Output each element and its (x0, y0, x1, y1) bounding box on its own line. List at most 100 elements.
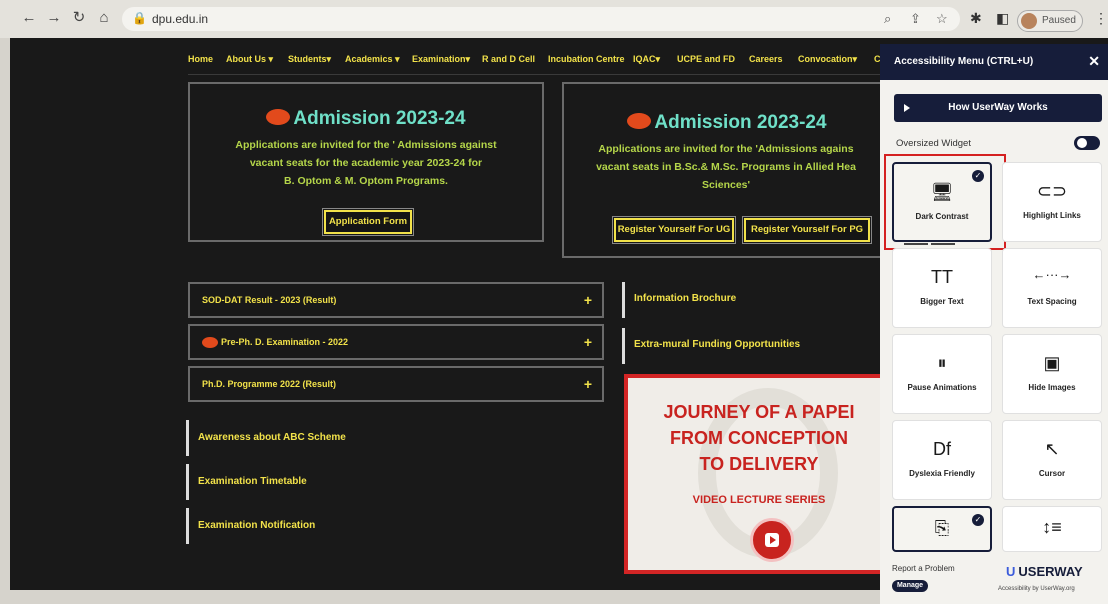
url-text: dpu.edu.in (152, 12, 209, 26)
tile-dyslexia-friendly[interactable]: Df Dyslexia Friendly (892, 420, 992, 500)
browser-toolbar: ← → ↻ ⌂ 🔒 dpu.edu.in ⌕ ⇪ ☆ ✱ ◧ Paused ⋮ (0, 0, 1108, 38)
check-icon: ✓ (972, 170, 984, 182)
side-panel-icon[interactable]: ◧ (996, 10, 1009, 27)
nav-students[interactable]: Students▾ (288, 54, 331, 65)
accordion-label: Pre-Ph. D. Examination - 2022 (221, 337, 349, 347)
accordion-label: Ph.D. Programme 2022 (Result) (202, 379, 337, 389)
tile-cursor[interactable]: ↖ Cursor (1002, 420, 1102, 500)
pause-icon: ⏸ (937, 353, 947, 373)
accordion-item[interactable]: Pre-Ph. D. Examination - 2022 + (188, 324, 604, 360)
nav-iqac[interactable]: IQAC▾ (633, 54, 660, 65)
admission-card-optom: Admission 2023-24 Applications are invit… (188, 82, 544, 242)
accordion-label: SOD-DAT Result - 2023 (Result) (202, 295, 337, 305)
tile-hide-images[interactable]: ▣ Hide Images (1002, 334, 1102, 414)
youtube-play-icon[interactable] (750, 518, 794, 562)
nav-convocation[interactable]: Convocation▾ (798, 54, 857, 65)
close-icon[interactable]: ✕ (1088, 53, 1100, 70)
link-exam-notification[interactable]: Examination Notification (186, 508, 436, 544)
text-size-icon: TT (931, 267, 953, 287)
nav-rd-cell[interactable]: R and D Cell (482, 54, 535, 64)
tooltip-icon: ⎘ (934, 518, 950, 538)
plus-icon[interactable]: + (584, 334, 592, 350)
line-height-icon: ↕≡ (1042, 517, 1062, 537)
nav-divider (188, 74, 888, 75)
admission-line: Applications are invited for the ' Admis… (235, 139, 497, 151)
forward-icon[interactable]: → (45, 9, 63, 27)
tile-pause-animations[interactable]: ⏸ Pause Animations (892, 334, 992, 414)
tile-text-spacing[interactable]: ←···→ Text Spacing (1002, 248, 1102, 328)
back-icon[interactable]: ← (20, 9, 38, 27)
profile-status: Paused (1042, 15, 1076, 26)
tile-line-height[interactable]: ↕≡ (1002, 506, 1102, 552)
nav-careers[interactable]: Careers (749, 54, 783, 64)
admission-title: Admission 2023-24 (293, 108, 466, 129)
bookmark-star-icon[interactable]: ☆ (936, 11, 948, 27)
address-bar[interactable]: 🔒 dpu.edu.in ⌕ ⇪ ☆ (122, 7, 960, 31)
cursor-icon: ↖ (1044, 439, 1060, 459)
extensions-icon[interactable]: ✱ (970, 10, 982, 27)
userway-logo: U USERWAY (1006, 564, 1083, 579)
monitor-icon: 🖥 (930, 182, 954, 202)
application-form-button[interactable]: Application Form (322, 208, 414, 236)
nav-incubation[interactable]: Incubation Centre (548, 54, 625, 64)
admission-line: B. Optom & M. Optom Programs. (284, 175, 448, 187)
nav-examination[interactable]: Examination▾ (412, 54, 470, 65)
new-badge-icon (202, 337, 218, 349)
admission-line: Applications are invited for the 'Admiss… (598, 143, 854, 155)
lock-icon: 🔒 (132, 11, 147, 25)
accessibility-header: Accessibility Menu (CTRL+U) ✕ (880, 44, 1108, 80)
admission-line: vacant seats in B.Sc.& M.Sc. Programs in… (596, 161, 856, 173)
main-nav: Home About Us ▾ Students▾ Academics ▾ Ex… (188, 46, 888, 76)
avatar (1021, 13, 1037, 29)
tile-dark-contrast[interactable]: ✓ 🖥 Dark Contrast (892, 162, 992, 263)
nav-academics[interactable]: Academics ▾ (345, 54, 400, 65)
nav-home[interactable]: Home (188, 54, 213, 64)
banner-line: TO DELIVERY (699, 454, 819, 474)
userway-tagline: Accessibility by UserWay.org (998, 586, 1075, 592)
nav-about[interactable]: About Us ▾ (226, 54, 273, 65)
video-lecture-banner[interactable]: JOURNEY OF A PAPEI FROM CONCEPTION TO DE… (624, 374, 886, 574)
how-userway-works-button[interactable]: How UserWay Works (894, 94, 1102, 122)
new-badge-icon (266, 108, 291, 125)
image-icon: ▣ (1043, 353, 1061, 373)
home-icon[interactable]: ⌂ (95, 9, 113, 27)
zoom-icon[interactable]: ⌕ (884, 11, 891, 27)
admission-title: Admission 2023-24 (654, 112, 827, 133)
banner-line: JOURNEY OF A PAPEI (663, 402, 855, 422)
report-problem-link[interactable]: Report a Problem (892, 564, 955, 573)
oversized-widget-toggle[interactable] (1074, 136, 1100, 150)
tile-bigger-text[interactable]: TT Bigger Text (892, 248, 992, 328)
accordion-item[interactable]: Ph.D. Programme 2022 (Result) + (188, 366, 604, 402)
plus-icon[interactable]: + (584, 376, 592, 392)
tile-highlight-links[interactable]: ⊂⊃ Highlight Links (1002, 162, 1102, 242)
admission-line: Sciences' (701, 179, 751, 191)
accessibility-panel: Accessibility Menu (CTRL+U) ✕ How UserWa… (880, 44, 1108, 604)
link-abc-scheme[interactable]: Awareness about ABC Scheme (186, 420, 436, 456)
nav-ucpe[interactable]: UCPE and FD (677, 54, 735, 64)
new-badge-icon (627, 112, 652, 129)
accessibility-title: Accessibility Menu (CTRL+U) (894, 56, 1034, 67)
accordion-item[interactable]: SOD-DAT Result - 2023 (Result) + (188, 282, 604, 318)
link-information-brochure[interactable]: Information Brochure (622, 282, 882, 318)
manage-button[interactable]: Manage (892, 580, 928, 592)
link-extramural-funding[interactable]: Extra-mural Funding Opportunities (622, 328, 882, 364)
dyslexia-icon: Df (933, 439, 951, 459)
banner-subtitle: VIDEO LECTURE SERIES (692, 494, 826, 506)
link-icon: ⊂⊃ (1036, 181, 1068, 201)
share-icon[interactable]: ⇪ (910, 11, 921, 27)
text-spacing-icon: ←···→ (1032, 267, 1072, 282)
browser-menu-icon[interactable]: ⋮ (1094, 10, 1108, 27)
userway-u-icon: U (1006, 564, 1016, 579)
oversized-widget-label: Oversized Widget (896, 138, 971, 149)
register-pg-button[interactable]: Register Yourself For PG (742, 216, 872, 244)
link-exam-timetable[interactable]: Examination Timetable (186, 464, 436, 500)
banner-line: FROM CONCEPTION (670, 428, 848, 448)
register-ug-button[interactable]: Register Yourself For UG (612, 216, 736, 244)
accessibility-footer: Report a Problem Manage U USERWAY Accessi… (880, 552, 1108, 604)
contrast-level-bars (904, 232, 984, 263)
admission-line: vacant seats for the academic year 2023-… (249, 157, 483, 169)
profile-button[interactable]: Paused (1017, 10, 1083, 32)
tile-tooltip[interactable]: ✓ ⎘ (892, 506, 992, 552)
reload-icon[interactable]: ↻ (70, 9, 88, 27)
plus-icon[interactable]: + (584, 292, 592, 308)
